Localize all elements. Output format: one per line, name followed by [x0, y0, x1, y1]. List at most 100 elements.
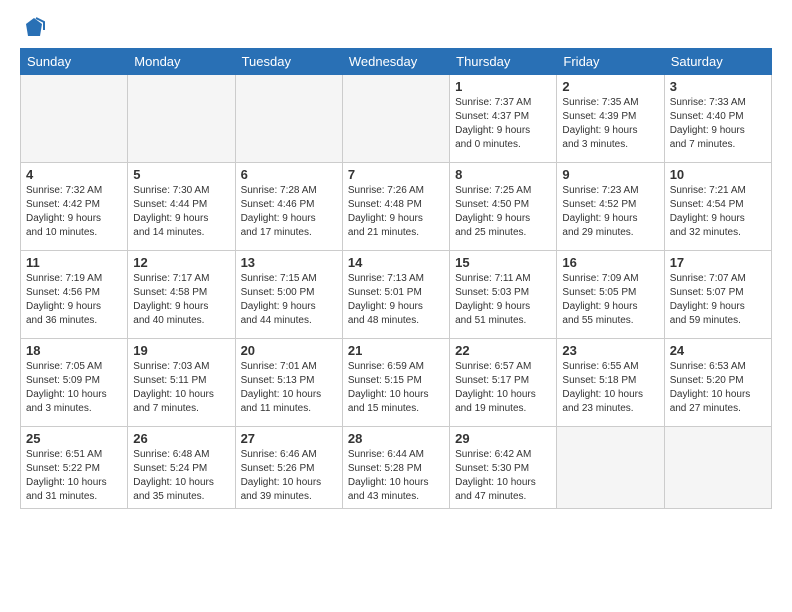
calendar-cell: 22 Sunrise: 6:57 AM Sunset: 5:17 PM Dayli… — [450, 339, 557, 427]
day-number: 9 — [562, 167, 658, 182]
calendar-cell: 7 Sunrise: 7:26 AM Sunset: 4:48 PM Daylig… — [342, 163, 449, 251]
day-info: Sunrise: 7:25 AM Sunset: 4:50 PM Dayligh… — [455, 184, 551, 240]
day-info: Sunrise: 7:15 AM Sunset: 5:00 PM Dayligh… — [241, 272, 337, 328]
day-number: 8 — [455, 167, 551, 182]
day-number: 17 — [670, 255, 766, 270]
day-info: Sunrise: 7:01 AM Sunset: 5:13 PM Dayligh… — [241, 360, 337, 416]
day-info: Sunrise: 7:11 AM Sunset: 5:03 PM Dayligh… — [455, 272, 551, 328]
calendar-cell — [664, 427, 771, 509]
day-number: 24 — [670, 343, 766, 358]
weekday-header-saturday: Saturday — [664, 49, 771, 75]
weekday-header-thursday: Thursday — [450, 49, 557, 75]
day-info: Sunrise: 7:07 AM Sunset: 5:07 PM Dayligh… — [670, 272, 766, 328]
day-info: Sunrise: 7:23 AM Sunset: 4:52 PM Dayligh… — [562, 184, 658, 240]
day-number: 27 — [241, 431, 337, 446]
calendar-cell: 25 Sunrise: 6:51 AM Sunset: 5:22 PM Dayli… — [21, 427, 128, 509]
calendar-cell: 28 Sunrise: 6:44 AM Sunset: 5:28 PM Dayli… — [342, 427, 449, 509]
day-info: Sunrise: 7:03 AM Sunset: 5:11 PM Dayligh… — [133, 360, 229, 416]
week-row-3: 11 Sunrise: 7:19 AM Sunset: 4:56 PM Dayli… — [21, 251, 772, 339]
calendar-cell: 23 Sunrise: 6:55 AM Sunset: 5:18 PM Dayli… — [557, 339, 664, 427]
day-info: Sunrise: 7:32 AM Sunset: 4:42 PM Dayligh… — [26, 184, 122, 240]
day-number: 5 — [133, 167, 229, 182]
day-number: 18 — [26, 343, 122, 358]
day-number: 1 — [455, 79, 551, 94]
calendar-cell: 19 Sunrise: 7:03 AM Sunset: 5:11 PM Dayli… — [128, 339, 235, 427]
calendar-cell — [342, 75, 449, 163]
day-info: Sunrise: 7:13 AM Sunset: 5:01 PM Dayligh… — [348, 272, 444, 328]
week-row-2: 4 Sunrise: 7:32 AM Sunset: 4:42 PM Daylig… — [21, 163, 772, 251]
day-info: Sunrise: 7:37 AM Sunset: 4:37 PM Dayligh… — [455, 96, 551, 152]
day-info: Sunrise: 7:17 AM Sunset: 4:58 PM Dayligh… — [133, 272, 229, 328]
day-number: 13 — [241, 255, 337, 270]
calendar-cell: 14Sunrise: 7:13 AM Sunset: 5:01 PM Dayli… — [342, 251, 449, 339]
day-number: 12 — [133, 255, 229, 270]
page-header — [20, 16, 772, 40]
day-info: Sunrise: 7:19 AM Sunset: 4:56 PM Dayligh… — [26, 272, 122, 328]
calendar-cell: 24 Sunrise: 6:53 AM Sunset: 5:20 PM Dayli… — [664, 339, 771, 427]
day-number: 7 — [348, 167, 444, 182]
weekday-header-tuesday: Tuesday — [235, 49, 342, 75]
logo-icon — [22, 16, 46, 40]
day-info: Sunrise: 6:51 AM Sunset: 5:22 PM Dayligh… — [26, 448, 122, 504]
calendar-cell — [235, 75, 342, 163]
day-number: 29 — [455, 431, 551, 446]
day-info: Sunrise: 7:33 AM Sunset: 4:40 PM Dayligh… — [670, 96, 766, 152]
day-number: 19 — [133, 343, 229, 358]
calendar-cell: 4 Sunrise: 7:32 AM Sunset: 4:42 PM Daylig… — [21, 163, 128, 251]
calendar-cell: 8 Sunrise: 7:25 AM Sunset: 4:50 PM Daylig… — [450, 163, 557, 251]
weekday-header-friday: Friday — [557, 49, 664, 75]
calendar-cell: 10 Sunrise: 7:21 AM Sunset: 4:54 PM Dayli… — [664, 163, 771, 251]
calendar-cell: 18 Sunrise: 7:05 AM Sunset: 5:09 PM Dayli… — [21, 339, 128, 427]
calendar-cell: 27 Sunrise: 6:46 AM Sunset: 5:26 PM Dayli… — [235, 427, 342, 509]
day-number: 6 — [241, 167, 337, 182]
day-number: 28 — [348, 431, 444, 446]
weekday-header-monday: Monday — [128, 49, 235, 75]
calendar-cell: 17 Sunrise: 7:07 AM Sunset: 5:07 PM Dayli… — [664, 251, 771, 339]
day-number: 4 — [26, 167, 122, 182]
calendar-cell: 5 Sunrise: 7:30 AM Sunset: 4:44 PM Daylig… — [128, 163, 235, 251]
day-info: Sunrise: 7:26 AM Sunset: 4:48 PM Dayligh… — [348, 184, 444, 240]
week-row-5: 25 Sunrise: 6:51 AM Sunset: 5:22 PM Dayli… — [21, 427, 772, 509]
day-info: Sunrise: 7:05 AM Sunset: 5:09 PM Dayligh… — [26, 360, 122, 416]
day-number: 11 — [26, 255, 122, 270]
day-info: Sunrise: 7:09 AM Sunset: 5:05 PM Dayligh… — [562, 272, 658, 328]
calendar-cell: 15 Sunrise: 7:11 AM Sunset: 5:03 PM Dayli… — [450, 251, 557, 339]
calendar-page: SundayMondayTuesdayWednesdayThursdayFrid… — [0, 0, 792, 612]
day-number: 25 — [26, 431, 122, 446]
day-info: Sunrise: 7:21 AM Sunset: 4:54 PM Dayligh… — [670, 184, 766, 240]
calendar-cell: 9 Sunrise: 7:23 AM Sunset: 4:52 PM Daylig… — [557, 163, 664, 251]
calendar-cell — [21, 75, 128, 163]
calendar-cell: 16 Sunrise: 7:09 AM Sunset: 5:05 PM Dayli… — [557, 251, 664, 339]
calendar-cell: 11 Sunrise: 7:19 AM Sunset: 4:56 PM Dayli… — [21, 251, 128, 339]
calendar-cell: 2Sunrise: 7:35 AM Sunset: 4:39 PM Daylig… — [557, 75, 664, 163]
day-info: Sunrise: 6:44 AM Sunset: 5:28 PM Dayligh… — [348, 448, 444, 504]
weekday-header-row: SundayMondayTuesdayWednesdayThursdayFrid… — [21, 49, 772, 75]
calendar-cell: 13 Sunrise: 7:15 AM Sunset: 5:00 PM Dayli… — [235, 251, 342, 339]
calendar-cell — [557, 427, 664, 509]
day-number: 2 — [562, 79, 658, 94]
weekday-header-wednesday: Wednesday — [342, 49, 449, 75]
day-info: Sunrise: 6:53 AM Sunset: 5:20 PM Dayligh… — [670, 360, 766, 416]
day-number: 16 — [562, 255, 658, 270]
day-number: 20 — [241, 343, 337, 358]
calendar-cell: 12 Sunrise: 7:17 AM Sunset: 4:58 PM Dayli… — [128, 251, 235, 339]
calendar-cell: 26Sunrise: 6:48 AM Sunset: 5:24 PM Dayli… — [128, 427, 235, 509]
calendar-cell: 1 Sunrise: 7:37 AM Sunset: 4:37 PM Daylig… — [450, 75, 557, 163]
week-row-1: 1 Sunrise: 7:37 AM Sunset: 4:37 PM Daylig… — [21, 75, 772, 163]
weekday-header-sunday: Sunday — [21, 49, 128, 75]
logo — [20, 16, 46, 40]
day-info: Sunrise: 6:46 AM Sunset: 5:26 PM Dayligh… — [241, 448, 337, 504]
day-number: 22 — [455, 343, 551, 358]
calendar-cell: 3Sunrise: 7:33 AM Sunset: 4:40 PM Daylig… — [664, 75, 771, 163]
calendar-table: SundayMondayTuesdayWednesdayThursdayFrid… — [20, 48, 772, 509]
day-number: 10 — [670, 167, 766, 182]
day-number: 21 — [348, 343, 444, 358]
day-number: 23 — [562, 343, 658, 358]
calendar-cell: 6Sunrise: 7:28 AM Sunset: 4:46 PM Daylig… — [235, 163, 342, 251]
day-info: Sunrise: 6:55 AM Sunset: 5:18 PM Dayligh… — [562, 360, 658, 416]
day-info: Sunrise: 6:57 AM Sunset: 5:17 PM Dayligh… — [455, 360, 551, 416]
calendar-cell: 29 Sunrise: 6:42 AM Sunset: 5:30 PM Dayli… — [450, 427, 557, 509]
day-number: 15 — [455, 255, 551, 270]
day-info: Sunrise: 6:42 AM Sunset: 5:30 PM Dayligh… — [455, 448, 551, 504]
day-info: Sunrise: 7:30 AM Sunset: 4:44 PM Dayligh… — [133, 184, 229, 240]
